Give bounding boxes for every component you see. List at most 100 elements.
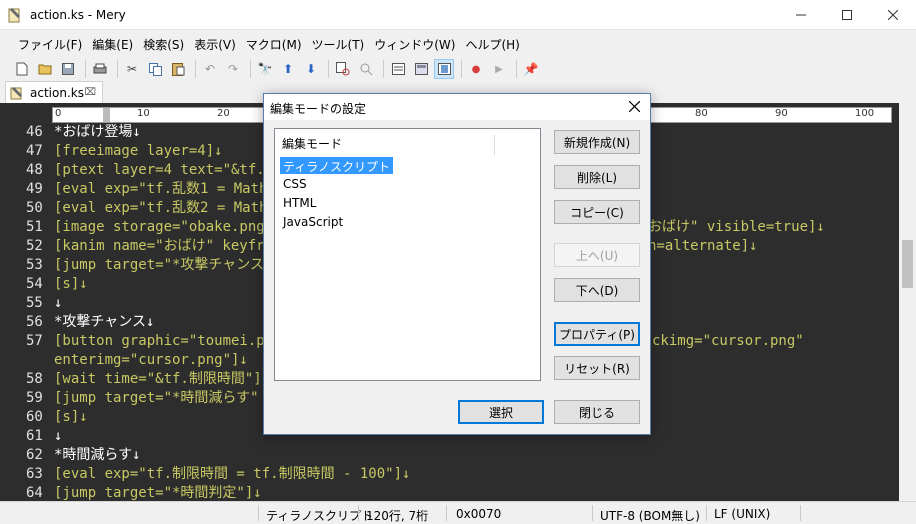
move-down-button[interactable]: 下へ(D): [554, 278, 640, 302]
mode-item[interactable]: ティラノスクリプト: [280, 157, 394, 174]
line-number: 53: [26, 257, 43, 273]
menu-help[interactable]: ヘルプ(H): [465, 36, 519, 53]
undo-button[interactable]: ↶: [200, 59, 220, 79]
play-macro-button[interactable]: ▶: [489, 59, 509, 79]
copy-mode-button[interactable]: コピー(C): [554, 200, 640, 224]
menu-edit[interactable]: 編集(E): [92, 36, 133, 53]
ruler-label: 10: [137, 108, 150, 119]
line-number: 56: [26, 314, 43, 330]
minimize-button[interactable]: [778, 0, 824, 30]
replace-icon: [336, 62, 350, 76]
paste-icon: [171, 63, 184, 76]
ruler-label: 100: [855, 108, 875, 119]
view-icon: [437, 63, 451, 75]
cut-button[interactable]: ✂: [122, 59, 142, 79]
toolbar-separator: [328, 60, 329, 78]
line-number: 55: [26, 295, 43, 311]
toolbar-separator: [461, 60, 462, 78]
list-header[interactable]: 編集モード: [281, 135, 495, 155]
code-text: enterimg="cursor.png"]↓: [54, 352, 248, 368]
view-icon: [391, 63, 405, 75]
open-folder-icon: [38, 64, 52, 75]
view-icon: [414, 63, 428, 75]
view-button-3[interactable]: [434, 59, 454, 79]
find-up-button[interactable]: ⬆: [278, 59, 298, 79]
line-number: 62: [26, 447, 43, 463]
menu-macro[interactable]: マクロ(M): [246, 36, 302, 53]
undo-icon: ↶: [204, 62, 216, 76]
new-file-button[interactable]: [12, 59, 32, 79]
toolbar-separator: [516, 60, 517, 78]
line-number: 51: [26, 219, 43, 235]
line-number: 49: [26, 181, 43, 197]
maximize-button[interactable]: [824, 0, 870, 30]
menu-window[interactable]: ウィンドウ(W): [374, 36, 455, 53]
code-text: [eval exp="tf.制限時間 = tf.制限時間 - 100"]↓: [54, 466, 411, 482]
find-button[interactable]: 🔭: [255, 59, 275, 79]
menu-tools[interactable]: ツール(T): [312, 36, 365, 53]
view-button-2[interactable]: [411, 59, 431, 79]
code-text: [s]↓: [54, 409, 88, 425]
tab-action-ks[interactable]: action.ks ⌧: [5, 81, 103, 103]
code-text: [eval exp="tf.乱数2 = Math: [54, 200, 268, 216]
move-up-button[interactable]: 上へ(U): [554, 243, 640, 267]
mode-item[interactable]: HTML: [280, 195, 319, 212]
open-button[interactable]: [35, 59, 55, 79]
delete-mode-button[interactable]: 削除(L): [554, 165, 640, 189]
toolbar-separator: [250, 60, 251, 78]
tab-close-icon[interactable]: ⌧: [84, 87, 96, 98]
tab-label: action.ks: [30, 85, 84, 100]
new-mode-button[interactable]: 新規作成(N): [554, 130, 640, 154]
record-macro-button[interactable]: ●: [466, 59, 486, 79]
line-number: 54: [26, 276, 43, 292]
select-button[interactable]: 選択: [458, 400, 544, 424]
code-text: [s]↓: [54, 276, 88, 292]
line-number: 48: [26, 162, 43, 178]
dialog-title: 編集モードの設定: [270, 102, 367, 116]
status-code: 0x0070: [456, 507, 502, 521]
ruler-cursor: [103, 108, 110, 122]
code-text-fragment: ckimg="cursor.png": [652, 333, 804, 349]
status-mode[interactable]: ティラノスクリプト: [266, 507, 373, 524]
menu-search[interactable]: 検索(S): [143, 36, 184, 53]
code-text: [button graphic="toumei.pna: [54, 333, 282, 349]
menu-view[interactable]: 表示(V): [194, 36, 236, 53]
file-icon: [10, 86, 22, 99]
code-text-fragment: おばけ" visible=true]↓: [648, 219, 825, 235]
window-title: action.ks - Mery: [30, 8, 126, 22]
line-number: 46: [26, 124, 43, 140]
view-button-1[interactable]: [388, 59, 408, 79]
close-icon: [888, 10, 898, 20]
code-text: [wait time="&tf.制限時間"]: [54, 371, 262, 387]
replace-button[interactable]: [333, 59, 353, 79]
reset-button[interactable]: リセット(R): [554, 356, 640, 380]
dialog-close-button[interactable]: [624, 97, 644, 117]
close-icon: [628, 100, 640, 113]
paste-button[interactable]: [168, 59, 188, 79]
copy-button[interactable]: [145, 59, 165, 79]
line-number: 47: [26, 143, 43, 159]
print-button[interactable]: [90, 59, 110, 79]
code-text: [kanim name="おばけ" keyfra: [54, 238, 274, 254]
properties-button[interactable]: プロパティ(P): [554, 322, 640, 346]
menu-file[interactable]: ファイル(F): [18, 36, 82, 53]
close-dialog-button[interactable]: 閉じる: [554, 400, 640, 424]
status-separator: [592, 505, 593, 521]
mode-list[interactable]: 編集モード ティラノスクリプト CSS HTML JavaScript: [274, 128, 541, 381]
redo-button[interactable]: ↷: [223, 59, 243, 79]
close-window-button[interactable]: [870, 0, 916, 30]
pin-button[interactable]: 📌: [521, 59, 541, 79]
scrollbar-thumb[interactable]: [902, 240, 913, 288]
save-button[interactable]: [58, 59, 78, 79]
search-files-button[interactable]: [356, 59, 376, 79]
code-text: [freeimage layer=4]↓: [54, 143, 223, 159]
ruler-label: 20: [217, 108, 230, 119]
find-down-button[interactable]: ⬇: [301, 59, 321, 79]
search-files-icon: [360, 63, 373, 76]
mode-item[interactable]: CSS: [280, 176, 310, 193]
status-newline[interactable]: LF (UNIX): [714, 507, 770, 521]
mode-item[interactable]: JavaScript: [280, 214, 346, 231]
status-encoding[interactable]: UTF-8 (BOM無し): [600, 507, 700, 524]
vertical-scrollbar[interactable]: [899, 103, 916, 501]
edit-mode-dialog: 編集モードの設定 編集モード ティラノスクリプト CSS HTML JavaSc…: [263, 93, 651, 435]
